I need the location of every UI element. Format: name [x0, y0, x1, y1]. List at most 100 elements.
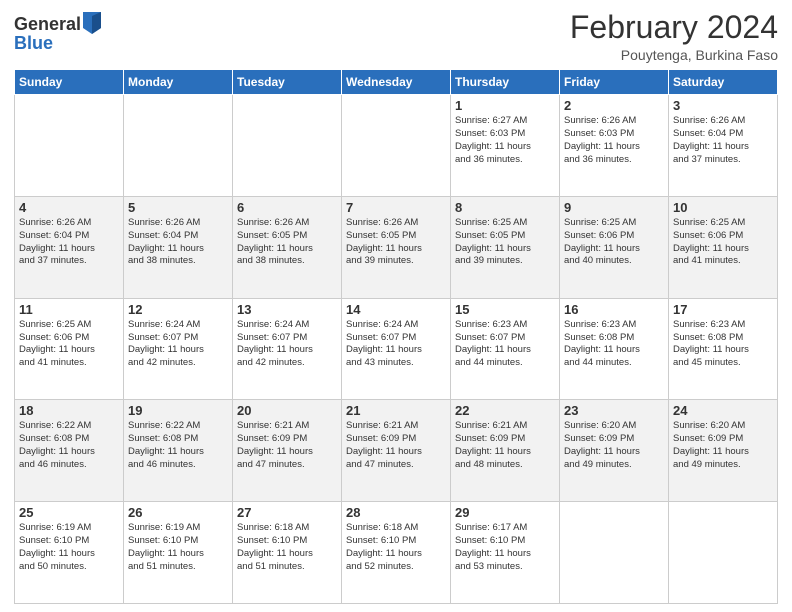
subtitle: Pouytenga, Burkina Faso: [570, 47, 778, 63]
day-number: 28: [346, 505, 446, 520]
calendar-empty-cell: [342, 95, 451, 197]
calendar-day-13: 13 Sunrise: 6:24 AMSunset: 6:07 PMDayligh…: [233, 298, 342, 400]
day-info: Sunrise: 6:18 AMSunset: 6:10 PMDaylight:…: [346, 522, 446, 573]
calendar-day-5: 5Sunrise: 6:26 AMSunset: 6:04 PMDaylight…: [124, 196, 233, 298]
day-info: Sunrise: 6:21 AMSunset: 6:09 PMDaylight:…: [455, 420, 555, 471]
calendar-day-20: 20Sunrise: 6:21 AMSunset: 6:09 PMDayligh…: [233, 400, 342, 502]
day-number: 27: [237, 505, 337, 520]
weekday-header-friday: Friday: [560, 70, 669, 95]
calendar-day-16: 16 Sunrise: 6:23 AMSunset: 6:08 PMDayligh…: [560, 298, 669, 400]
weekday-header-row: SundayMondayTuesdayWednesdayThursdayFrid…: [15, 70, 778, 95]
day-number: 20: [237, 403, 337, 418]
day-number: 6: [237, 200, 337, 215]
day-number: 10: [673, 200, 773, 215]
day-info: Sunrise: 6:20 AMSunset: 6:09 PMDaylight:…: [564, 420, 664, 471]
day-number: 14: [346, 302, 446, 317]
calendar-day-29: 29 Sunrise: 6:17 AMSunset: 6:10 PMDayligh…: [451, 502, 560, 604]
day-info: Sunrise: 6:26 AMSunset: 6:05 PMDaylight:…: [237, 217, 337, 268]
day-info: Sunrise: 6:17 AMSunset: 6:10 PMDaylight:…: [455, 522, 555, 573]
calendar-day-3: 3 Sunrise: 6:26 AMSunset: 6:04 PMDaylight…: [669, 95, 778, 197]
day-number: 8: [455, 200, 555, 215]
day-info: Sunrise: 6:24 AMSunset: 6:07 PMDaylight:…: [237, 319, 337, 370]
calendar-empty-cell: [233, 95, 342, 197]
day-info: Sunrise: 6:18 AMSunset: 6:10 PMDaylight:…: [237, 522, 337, 573]
day-info: Sunrise: 6:25 AMSunset: 6:06 PMDaylight:…: [19, 319, 119, 370]
calendar-day-12: 12Sunrise: 6:24 AMSunset: 6:07 PMDayligh…: [124, 298, 233, 400]
day-number: 11: [19, 302, 119, 317]
weekday-header-wednesday: Wednesday: [342, 70, 451, 95]
calendar-day-22: 22Sunrise: 6:21 AMSunset: 6:09 PMDayligh…: [451, 400, 560, 502]
logo-icon: [83, 12, 101, 34]
weekday-header-tuesday: Tuesday: [233, 70, 342, 95]
day-number: 3: [673, 98, 773, 113]
day-number: 7: [346, 200, 446, 215]
calendar-day-14: 14 Sunrise: 6:24 AMSunset: 6:07 PMDayligh…: [342, 298, 451, 400]
calendar-day-8: 8 Sunrise: 6:25 AMSunset: 6:05 PMDaylight…: [451, 196, 560, 298]
day-info: Sunrise: 6:26 AMSunset: 6:04 PMDaylight:…: [19, 217, 119, 268]
calendar-week-row: 11 Sunrise: 6:25 AMSunset: 6:06 PMDayligh…: [15, 298, 778, 400]
day-number: 25: [19, 505, 119, 520]
day-info: Sunrise: 6:24 AMSunset: 6:07 PMDaylight:…: [346, 319, 446, 370]
weekday-header-thursday: Thursday: [451, 70, 560, 95]
calendar-day-4: 4 Sunrise: 6:26 AMSunset: 6:04 PMDaylight…: [15, 196, 124, 298]
calendar-week-row: 25 Sunrise: 6:19 AMSunset: 6:10 PMDayligh…: [15, 502, 778, 604]
calendar-day-24: 24Sunrise: 6:20 AMSunset: 6:09 PMDayligh…: [669, 400, 778, 502]
calendar-header: SundayMondayTuesdayWednesdayThursdayFrid…: [15, 70, 778, 95]
weekday-header-saturday: Saturday: [669, 70, 778, 95]
title-block: February 2024 Pouytenga, Burkina Faso: [570, 10, 778, 63]
day-info: Sunrise: 6:24 AMSunset: 6:07 PMDaylight:…: [128, 319, 228, 370]
day-info: Sunrise: 6:19 AMSunset: 6:10 PMDaylight:…: [128, 522, 228, 573]
calendar-day-9: 9 Sunrise: 6:25 AMSunset: 6:06 PMDaylight…: [560, 196, 669, 298]
calendar-day-23: 23 Sunrise: 6:20 AMSunset: 6:09 PMDayligh…: [560, 400, 669, 502]
day-info: Sunrise: 6:26 AMSunset: 6:04 PMDaylight:…: [128, 217, 228, 268]
calendar-day-21: 21Sunrise: 6:21 AMSunset: 6:09 PMDayligh…: [342, 400, 451, 502]
calendar-day-10: 10 Sunrise: 6:25 AMSunset: 6:06 PMDayligh…: [669, 196, 778, 298]
calendar-week-row: 18 Sunrise: 6:22 AMSunset: 6:08 PMDayligh…: [15, 400, 778, 502]
calendar-day-1: 1Sunrise: 6:27 AMSunset: 6:03 PMDaylight…: [451, 95, 560, 197]
logo-blue: Blue: [14, 34, 101, 52]
calendar-empty-cell: [15, 95, 124, 197]
day-number: 13: [237, 302, 337, 317]
calendar-empty-cell: [669, 502, 778, 604]
logo-general: General: [14, 15, 81, 33]
day-number: 29: [455, 505, 555, 520]
calendar-day-28: 28 Sunrise: 6:18 AMSunset: 6:10 PMDayligh…: [342, 502, 451, 604]
day-number: 18: [19, 403, 119, 418]
day-number: 16: [564, 302, 664, 317]
day-info: Sunrise: 6:23 AMSunset: 6:07 PMDaylight:…: [455, 319, 555, 370]
day-info: Sunrise: 6:21 AMSunset: 6:09 PMDaylight:…: [346, 420, 446, 471]
weekday-header-monday: Monday: [124, 70, 233, 95]
day-info: Sunrise: 6:23 AMSunset: 6:08 PMDaylight:…: [564, 319, 664, 370]
day-info: Sunrise: 6:22 AMSunset: 6:08 PMDaylight:…: [19, 420, 119, 471]
calendar-day-7: 7 Sunrise: 6:26 AMSunset: 6:05 PMDaylight…: [342, 196, 451, 298]
calendar-week-row: 1Sunrise: 6:27 AMSunset: 6:03 PMDaylight…: [15, 95, 778, 197]
day-number: 19: [128, 403, 228, 418]
logo: General Blue: [14, 14, 101, 52]
day-info: Sunrise: 6:25 AMSunset: 6:06 PMDaylight:…: [564, 217, 664, 268]
calendar-week-row: 4 Sunrise: 6:26 AMSunset: 6:04 PMDaylight…: [15, 196, 778, 298]
calendar-day-18: 18 Sunrise: 6:22 AMSunset: 6:08 PMDayligh…: [15, 400, 124, 502]
calendar-day-27: 27 Sunrise: 6:18 AMSunset: 6:10 PMDayligh…: [233, 502, 342, 604]
day-info: Sunrise: 6:23 AMSunset: 6:08 PMDaylight:…: [673, 319, 773, 370]
day-info: Sunrise: 6:25 AMSunset: 6:06 PMDaylight:…: [673, 217, 773, 268]
day-info: Sunrise: 6:26 AMSunset: 6:03 PMDaylight:…: [564, 115, 664, 166]
calendar-day-6: 6 Sunrise: 6:26 AMSunset: 6:05 PMDaylight…: [233, 196, 342, 298]
page: General Blue February 2024 Pouytenga, Bu…: [0, 0, 792, 612]
calendar-day-15: 15Sunrise: 6:23 AMSunset: 6:07 PMDayligh…: [451, 298, 560, 400]
calendar-day-17: 17Sunrise: 6:23 AMSunset: 6:08 PMDayligh…: [669, 298, 778, 400]
day-info: Sunrise: 6:26 AMSunset: 6:04 PMDaylight:…: [673, 115, 773, 166]
calendar-empty-cell: [560, 502, 669, 604]
day-info: Sunrise: 6:25 AMSunset: 6:05 PMDaylight:…: [455, 217, 555, 268]
calendar-day-11: 11 Sunrise: 6:25 AMSunset: 6:06 PMDayligh…: [15, 298, 124, 400]
day-number: 4: [19, 200, 119, 215]
day-info: Sunrise: 6:20 AMSunset: 6:09 PMDaylight:…: [673, 420, 773, 471]
day-info: Sunrise: 6:26 AMSunset: 6:05 PMDaylight:…: [346, 217, 446, 268]
calendar-empty-cell: [124, 95, 233, 197]
day-number: 23: [564, 403, 664, 418]
day-info: Sunrise: 6:19 AMSunset: 6:10 PMDaylight:…: [19, 522, 119, 573]
day-number: 9: [564, 200, 664, 215]
calendar-day-25: 25 Sunrise: 6:19 AMSunset: 6:10 PMDayligh…: [15, 502, 124, 604]
calendar-body: 1Sunrise: 6:27 AMSunset: 6:03 PMDaylight…: [15, 95, 778, 604]
calendar-day-19: 19Sunrise: 6:22 AMSunset: 6:08 PMDayligh…: [124, 400, 233, 502]
header: General Blue February 2024 Pouytenga, Bu…: [14, 10, 778, 63]
